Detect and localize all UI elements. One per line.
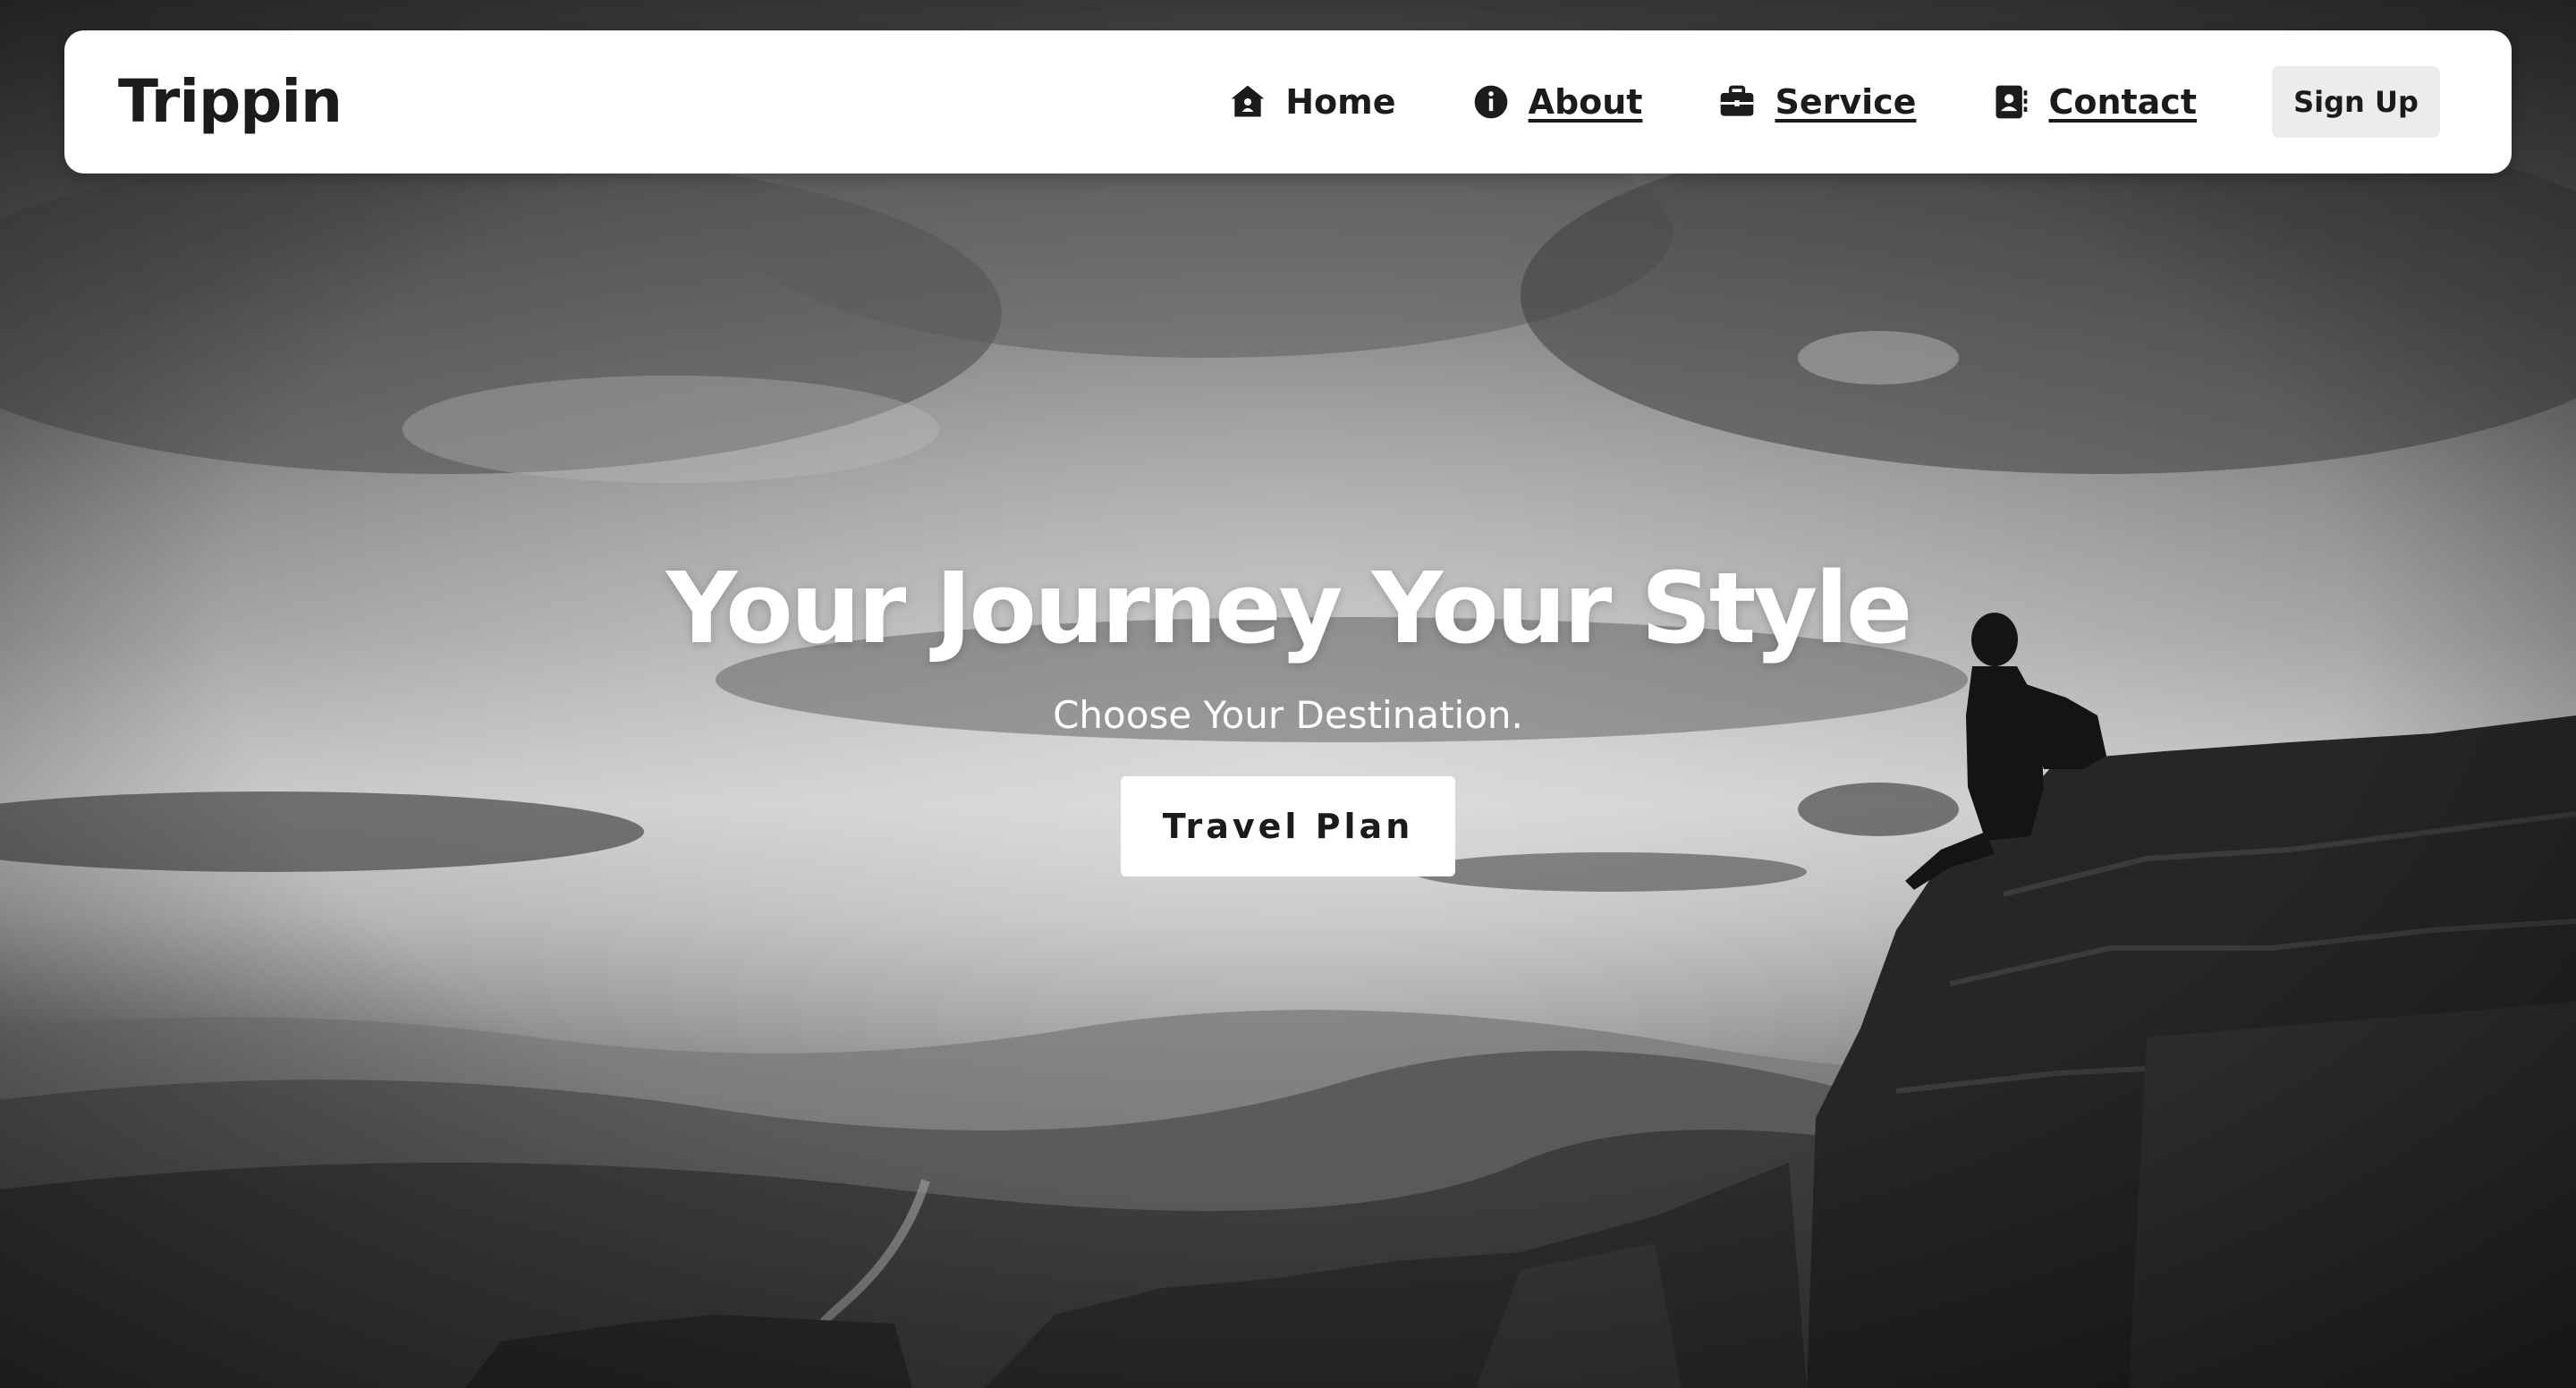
hero-subtitle: Choose Your Destination. <box>1053 693 1523 737</box>
top-navbar: Trippin Home About Service Contact Sign … <box>64 30 2512 174</box>
contact-book-icon <box>1991 82 2030 122</box>
home-icon <box>1228 82 1267 122</box>
info-icon <box>1471 82 1511 122</box>
brand-logo[interactable]: Trippin <box>118 30 343 174</box>
nav-links: Home About Service Contact Sign Up <box>1228 30 2440 174</box>
nav-home-label: Home <box>1285 82 1396 122</box>
nav-service-link[interactable]: Service <box>1717 82 1916 122</box>
nav-about-label: About <box>1528 82 1643 122</box>
hero-title: Your Journey Your Style <box>665 551 1913 665</box>
nav-about-link[interactable]: About <box>1471 82 1643 122</box>
signup-button[interactable]: Sign Up <box>2272 66 2440 138</box>
travel-plan-button[interactable]: Travel Plan <box>1121 776 1455 876</box>
nav-home-link[interactable]: Home <box>1228 82 1396 122</box>
hero-section: Trippin Home About Service Contact Sign … <box>0 0 2576 1388</box>
nav-contact-link[interactable]: Contact <box>1991 82 2197 122</box>
hero-content: Your Journey Your Style Choose Your Dest… <box>0 546 2576 876</box>
nav-contact-label: Contact <box>2048 82 2197 122</box>
nav-service-label: Service <box>1775 82 1917 122</box>
briefcase-icon <box>1717 82 1757 122</box>
